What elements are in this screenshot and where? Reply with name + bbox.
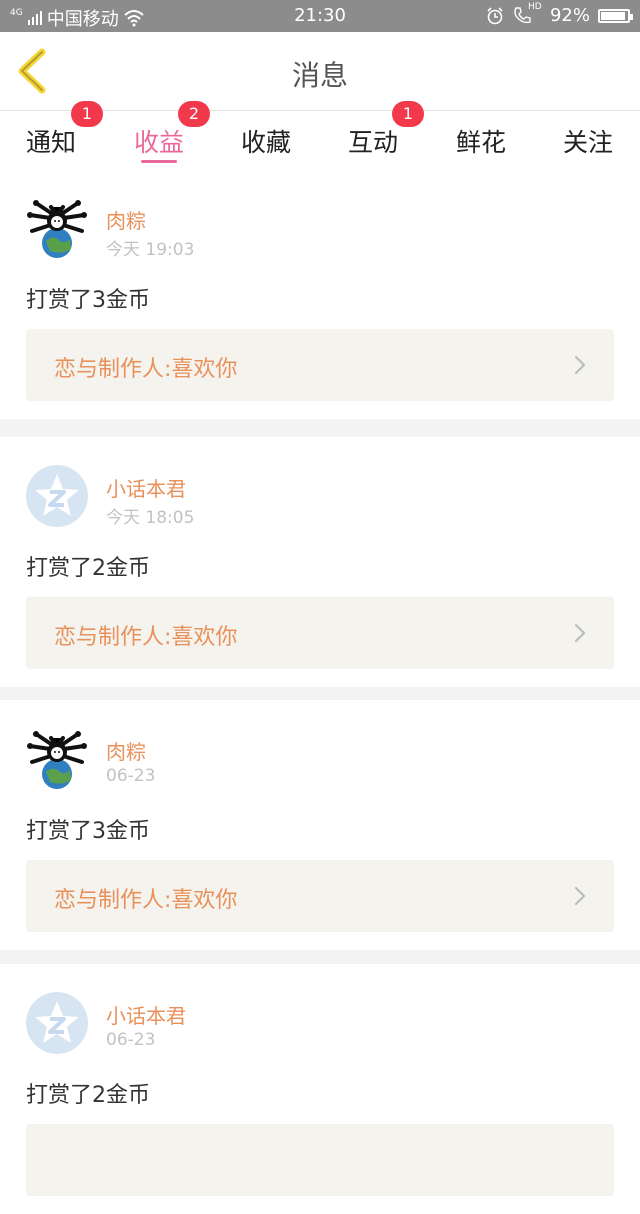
work-link[interactable]: 恋与制作人:喜欢你	[26, 329, 614, 401]
tab-label: 互动	[347, 128, 398, 157]
battery-percent: 92%	[549, 5, 590, 26]
message-action: 打赏了2金币	[26, 1083, 150, 1108]
unread-badge: 1	[392, 101, 424, 127]
tab-notifications[interactable]: 通知 1	[1, 101, 103, 169]
chevron-right-icon	[574, 886, 586, 906]
message-time: 06-23	[106, 766, 156, 786]
message-card: 小话本君 今天 18:05 打赏了2金币 恋与制作人:喜欢你	[0, 437, 640, 687]
chevron-right-icon	[574, 355, 586, 375]
tab-earnings[interactable]: 收益 2	[109, 101, 210, 169]
category-tabs: 通知 1 收益 2 收藏 互动 1 鲜花 关注	[0, 101, 640, 169]
unread-badge: 2	[178, 101, 210, 127]
sender-name[interactable]: 肉粽	[106, 736, 146, 765]
message-action: 打赏了2金币	[26, 556, 150, 581]
message-card: 肉粽 06-23 打赏了3金币 恋与制作人:喜欢你	[0, 700, 640, 950]
message-card: 肉粽 今天 19:03 打赏了3金币 恋与制作人:喜欢你	[0, 169, 640, 419]
message-time: 今天 19:03	[106, 240, 195, 260]
message-action: 打赏了3金币	[26, 819, 150, 844]
star-z-avatar-icon[interactable]	[26, 465, 88, 527]
nav-bar: 消息	[0, 32, 640, 111]
tab-label: 通知	[25, 128, 76, 157]
tab-favorites[interactable]: 收藏	[216, 111, 316, 169]
battery-icon	[598, 8, 633, 23]
hd-label: HD	[527, 1, 542, 12]
tab-following[interactable]: 关注	[538, 111, 638, 169]
tab-label: 收益	[133, 128, 184, 157]
battery-level	[601, 11, 625, 20]
tab-interactions[interactable]: 互动 1	[323, 101, 424, 169]
message-action: 打赏了3金币	[26, 288, 150, 313]
spider-globe-avatar-icon[interactable]	[26, 197, 88, 259]
message-card: 小话本君 06-23 打赏了2金币	[0, 964, 640, 1214]
tab-label: 鲜花	[455, 128, 506, 157]
page-title: 消息	[291, 59, 348, 92]
star-z-avatar-icon[interactable]	[26, 992, 88, 1054]
work-link[interactable]: 恋与制作人:喜欢你	[26, 597, 614, 669]
unread-badge: 1	[71, 101, 103, 127]
spider-globe-avatar-icon[interactable]	[26, 728, 88, 790]
message-time: 今天 18:05	[106, 508, 195, 528]
work-link[interactable]	[26, 1124, 614, 1196]
work-title: 恋与制作人:喜欢你	[54, 357, 238, 382]
tab-label: 关注	[562, 128, 613, 157]
work-title: 恋与制作人:喜欢你	[54, 888, 238, 913]
volte-call-icon: HD	[512, 2, 542, 26]
tab-flowers[interactable]: 鲜花	[431, 111, 531, 169]
sender-name[interactable]: 小话本君	[106, 1000, 186, 1029]
alarm-icon	[487, 6, 503, 24]
sender-name[interactable]: 肉粽	[106, 205, 146, 234]
sender-name[interactable]: 小话本君	[106, 473, 186, 502]
tab-label: 收藏	[240, 128, 291, 157]
status-bar: 4G 中国移动 21:30 HD 92%	[0, 0, 640, 32]
work-link[interactable]: 恋与制作人:喜欢你	[26, 860, 614, 932]
chevron-right-icon	[574, 623, 586, 643]
message-time: 06-23	[106, 1030, 156, 1050]
work-title: 恋与制作人:喜欢你	[54, 625, 238, 650]
active-tab-indicator	[141, 160, 177, 163]
